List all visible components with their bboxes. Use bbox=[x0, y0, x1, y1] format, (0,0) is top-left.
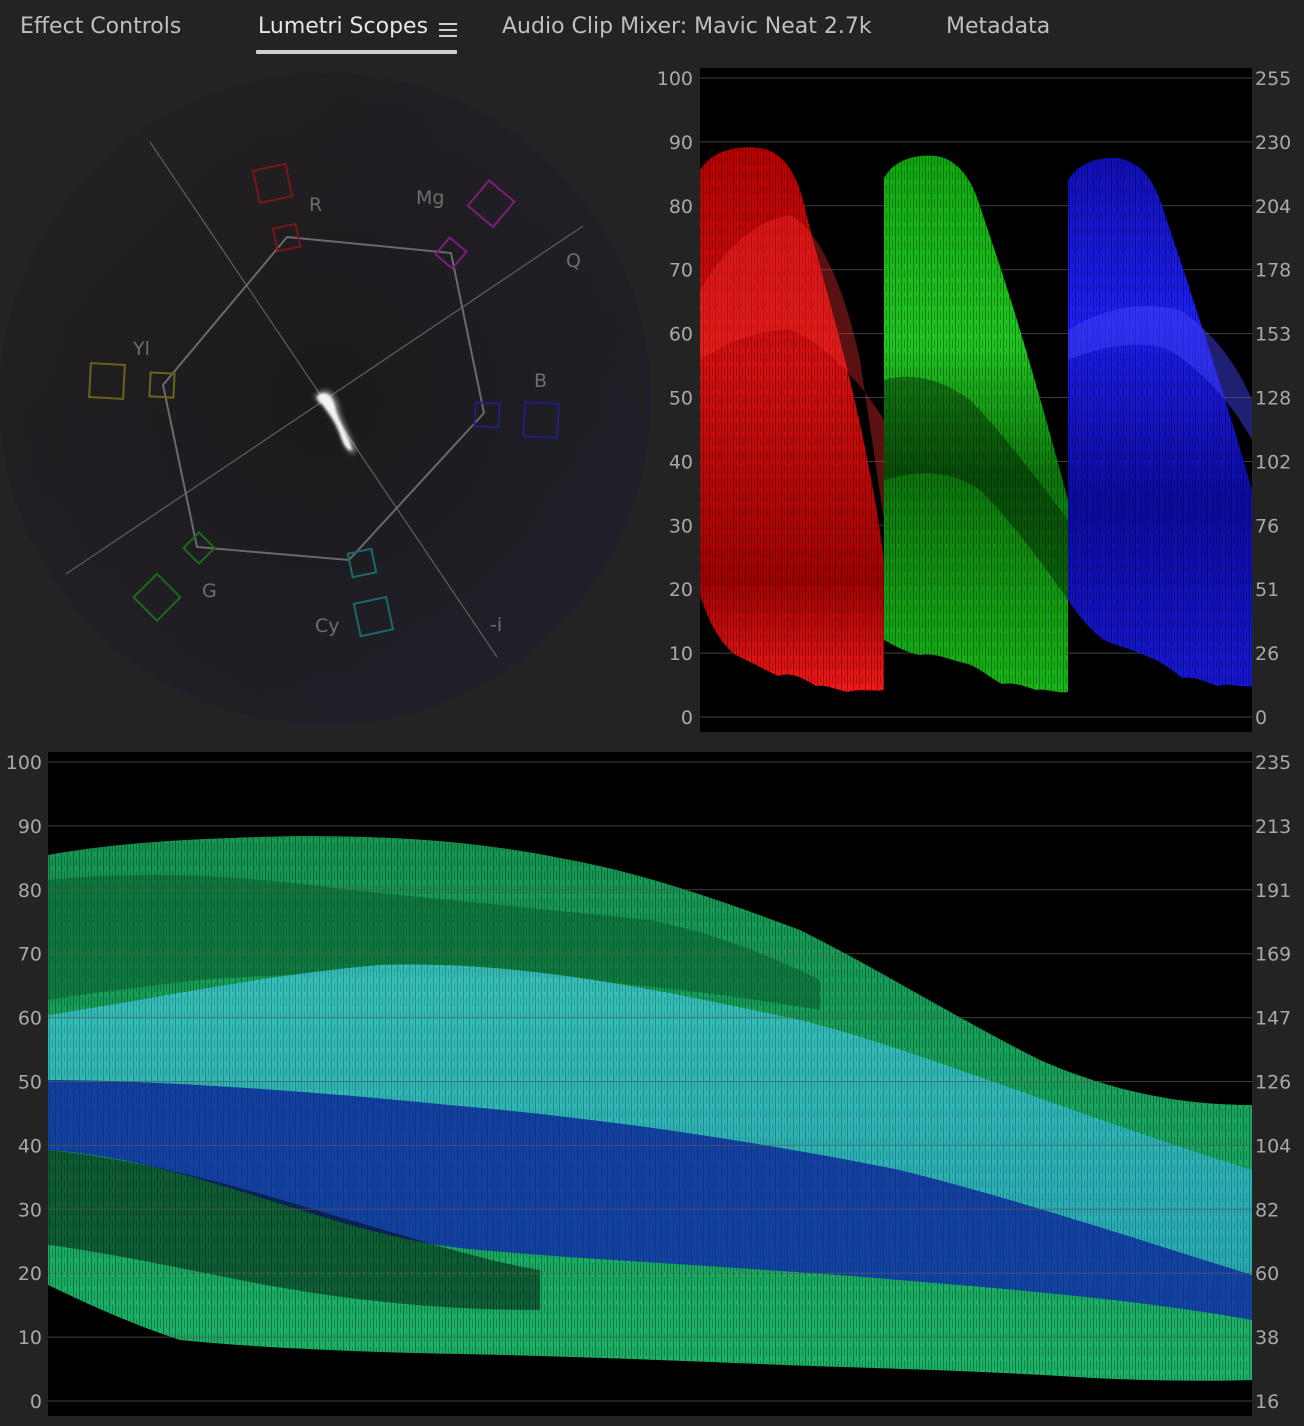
rgb-parade-right-tick-label: 128 bbox=[1255, 388, 1291, 410]
luma-waveform-right-tick-label: 16 bbox=[1255, 1391, 1279, 1413]
rgb-parade-left-tick-label: 60 bbox=[669, 324, 693, 346]
luma-waveform-right-tick-label: 38 bbox=[1255, 1327, 1279, 1349]
vectorscope-label-cy: Cy bbox=[315, 615, 340, 637]
rgb-parade-left-tick-label: 100 bbox=[657, 68, 693, 90]
vectorscope-label-b: B bbox=[534, 370, 547, 392]
luma-waveform-left-tick-label: 60 bbox=[18, 1008, 42, 1030]
vectorscope-label-g: G bbox=[202, 580, 217, 602]
vectorscope-label-q: Q bbox=[566, 250, 581, 272]
rgb-parade-right-tick-label: 76 bbox=[1255, 515, 1279, 537]
rgb-parade-right-tick-label: 178 bbox=[1255, 260, 1291, 282]
luma-waveform-right-tick-label: 191 bbox=[1255, 880, 1291, 902]
luma-waveform-left-tick-label: 30 bbox=[18, 1199, 42, 1221]
vectorscope-label-mg: Mg bbox=[416, 187, 444, 209]
vectorscope: R Mg Q Yl B G Cy -i bbox=[0, 73, 651, 725]
rgb-parade-left-tick-label: 70 bbox=[669, 260, 693, 282]
rgb-parade-left-tick-label: 90 bbox=[669, 132, 693, 154]
rgb-parade-left-tick-label: 50 bbox=[669, 388, 693, 410]
luma-waveform-left-tick-label: 70 bbox=[18, 944, 42, 966]
luma-waveform-left-tick-label: 10 bbox=[18, 1327, 42, 1349]
rgb-parade-right-tick-label: 230 bbox=[1255, 132, 1291, 154]
luma-waveform-right-tick-label: 169 bbox=[1255, 944, 1291, 966]
luma-waveform-left-tick-label: 40 bbox=[18, 1135, 42, 1157]
luma-waveform-left-tick-label: 100 bbox=[6, 752, 42, 774]
rgb-parade-right-tick-label: 51 bbox=[1255, 579, 1279, 601]
rgb-parade-left-tick-label: 10 bbox=[669, 643, 693, 665]
rgb-parade-left-tick-label: 20 bbox=[669, 579, 693, 601]
luma-waveform-right-tick-label: 126 bbox=[1255, 1072, 1291, 1094]
luma-waveform-right-tick-label: 60 bbox=[1255, 1263, 1279, 1285]
rgb-parade-right-tick-label: 0 bbox=[1255, 707, 1267, 729]
vectorscope-label-r: R bbox=[309, 194, 322, 216]
luma-waveform-left-tick-label: 0 bbox=[30, 1391, 42, 1413]
rgb-parade-left-tick-label: 30 bbox=[669, 515, 693, 537]
rgb-parade-right-tick-label: 102 bbox=[1255, 451, 1291, 473]
luma-waveform-left-tick-label: 90 bbox=[18, 816, 42, 838]
vectorscope-label-neg-i: -i bbox=[490, 614, 502, 636]
rgb-parade-right-tick-label: 204 bbox=[1255, 196, 1291, 218]
rgb-parade-right-tick-label: 255 bbox=[1255, 68, 1291, 90]
rgb-parade-left-tick-label: 40 bbox=[669, 451, 693, 473]
luma-waveform-left-tick-label: 80 bbox=[18, 880, 42, 902]
luma-waveform: 1009080706050403020100 23521319116914712… bbox=[6, 752, 1291, 1416]
rgb-parade: 1009080706050403020100 25523020417815312… bbox=[657, 68, 1291, 732]
luma-waveform-right-tick-label: 82 bbox=[1255, 1199, 1279, 1221]
luma-waveform-right-tick-label: 104 bbox=[1255, 1135, 1291, 1157]
rgb-parade-left-tick-label: 80 bbox=[669, 196, 693, 218]
vectorscope-label-yl: Yl bbox=[132, 338, 150, 360]
rgb-parade-left-tick-label: 0 bbox=[681, 707, 693, 729]
luma-waveform-left-tick-label: 50 bbox=[18, 1072, 42, 1094]
luma-waveform-left-tick-label: 20 bbox=[18, 1263, 42, 1285]
rgb-parade-right-tick-label: 26 bbox=[1255, 643, 1279, 665]
luma-waveform-right-tick-label: 213 bbox=[1255, 816, 1291, 838]
rgb-parade-right-tick-label: 153 bbox=[1255, 324, 1291, 346]
luma-waveform-right-tick-label: 147 bbox=[1255, 1008, 1291, 1030]
luma-waveform-right-tick-label: 235 bbox=[1255, 752, 1291, 774]
